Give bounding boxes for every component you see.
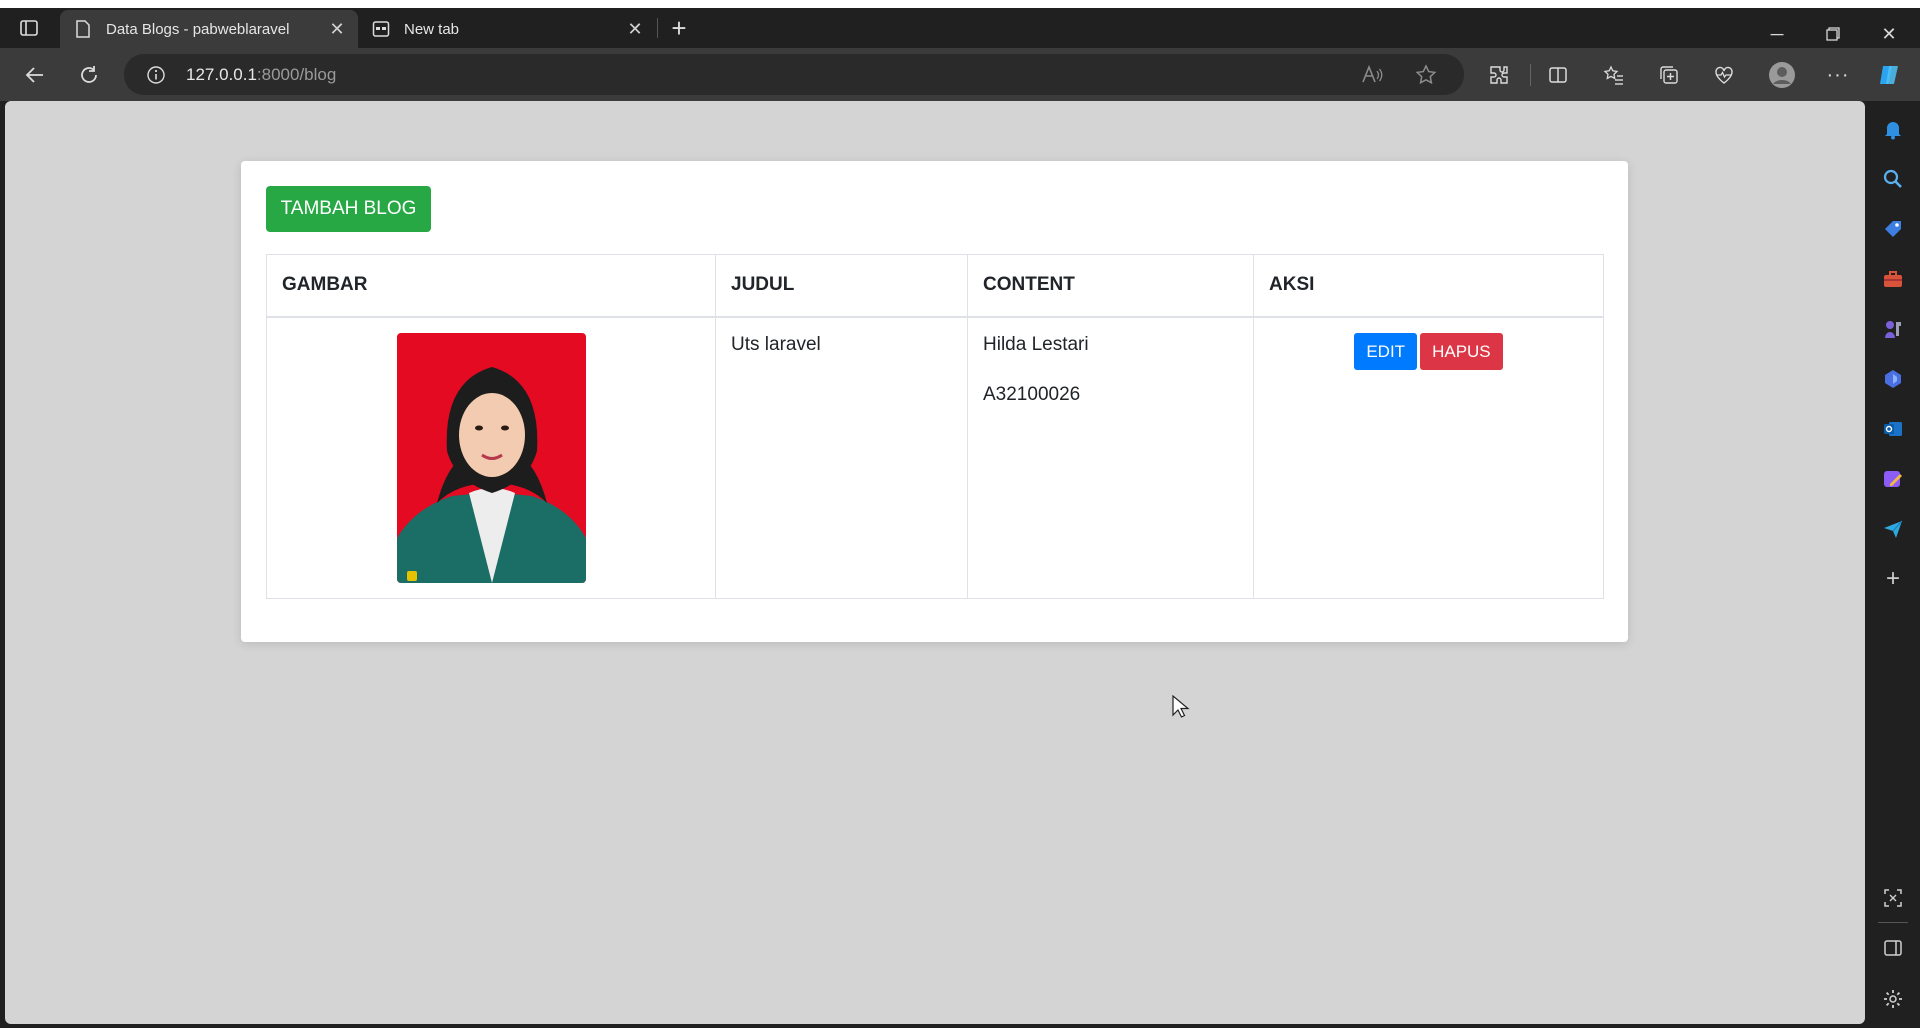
tab-actions-icon[interactable] [12, 11, 46, 45]
shopping-tag-icon[interactable] [1881, 217, 1905, 241]
url-host: 127.0.0.1 [186, 65, 257, 84]
tab-label: New tab [404, 20, 460, 38]
page-viewport: TAMBAH BLOG GAMBAR JUDUL CONTENT AKSI Ut… [5, 101, 1865, 1024]
extensions-icon[interactable] [1482, 58, 1516, 92]
search-icon[interactable] [1881, 167, 1905, 191]
header-gambar: GAMBAR [266, 254, 716, 318]
header-aksi: AKSI [1253, 254, 1604, 318]
edge-sidebar: + [1866, 101, 1920, 1028]
address-bar[interactable]: 127.0.0.1:8000/blog [124, 54, 1464, 95]
tab-bar: Data Blogs - pabweblaravel ✕ New tab ✕ +… [0, 8, 1920, 48]
header-judul: JUDUL [715, 254, 968, 318]
read-aloud-icon[interactable] [1360, 63, 1384, 87]
favorite-star-icon[interactable] [1414, 63, 1438, 87]
header-content: CONTENT [967, 254, 1254, 318]
tab-data-blogs[interactable]: Data Blogs - pabweblaravel ✕ [60, 10, 358, 48]
collections-icon[interactable] [1652, 58, 1686, 92]
minimize-icon[interactable]: ─ [1754, 16, 1800, 52]
add-blog-button[interactable]: TAMBAH BLOG [266, 186, 431, 232]
browser-essentials-icon[interactable] [1707, 58, 1741, 92]
mouse-cursor-icon [1172, 695, 1190, 718]
window-top-strip [0, 0, 1920, 8]
url-path: :8000/blog [256, 65, 337, 84]
new-tab-icon[interactable]: + [662, 11, 696, 45]
new-tab-page-icon [372, 20, 390, 38]
sidebar-divider [1878, 922, 1908, 923]
sidebar-settings-gear-icon[interactable] [1881, 987, 1905, 1011]
edit-button[interactable]: EDIT [1354, 332, 1418, 370]
site-info-icon[interactable] [146, 65, 166, 85]
tab-divider [657, 18, 658, 38]
content-line-1: Hilda Lestari [983, 333, 1089, 355]
url-text[interactable]: 127.0.0.1:8000/blog [186, 65, 336, 85]
designer-icon[interactable] [1881, 467, 1905, 491]
close-tab-icon[interactable]: ✕ [326, 18, 348, 40]
delete-button[interactable]: HAPUS [1420, 332, 1503, 370]
reload-icon[interactable] [72, 58, 106, 92]
cell-content: Hilda Lestari A32100026 [967, 316, 1254, 599]
games-icon[interactable] [1881, 317, 1905, 341]
close-tab-icon[interactable]: ✕ [624, 18, 646, 40]
copilot-icon[interactable] [1873, 58, 1907, 92]
settings-more-icon[interactable]: ··· [1821, 58, 1855, 92]
notification-bell-icon[interactable] [1881, 117, 1905, 141]
back-icon[interactable] [18, 58, 52, 92]
toolbar-divider [1530, 64, 1531, 86]
send-paper-plane-icon[interactable] [1881, 517, 1905, 541]
restore-icon[interactable] [1810, 16, 1856, 52]
tab-label: Data Blogs - pabweblaravel [106, 20, 290, 38]
microsoft-365-icon[interactable] [1881, 367, 1905, 391]
judul-text: Uts laravel [731, 333, 821, 355]
hide-sidebar-icon[interactable] [1881, 936, 1905, 960]
page-icon [74, 20, 92, 38]
content-line-2: A32100026 [983, 383, 1081, 405]
blog-table: GAMBAR JUDUL CONTENT AKSI Uts laravel Hi… [266, 254, 1604, 599]
close-window-icon[interactable]: ✕ [1866, 16, 1912, 52]
cell-aksi: EDIT HAPUS [1253, 316, 1604, 599]
add-sidebar-app-icon[interactable]: + [1881, 565, 1905, 592]
split-screen-icon[interactable] [1541, 58, 1575, 92]
outlook-icon[interactable] [1881, 417, 1905, 441]
cell-judul: Uts laravel [715, 316, 968, 599]
profile-avatar-icon[interactable] [1765, 58, 1799, 92]
screenshot-icon[interactable] [1881, 886, 1905, 910]
table-header-row: GAMBAR JUDUL CONTENT AKSI [266, 254, 1604, 318]
blog-photo [396, 332, 586, 583]
favorites-icon[interactable] [1597, 58, 1631, 92]
table-row: Uts laravel Hilda Lestari A32100026 EDIT… [266, 316, 1604, 599]
tab-new-tab[interactable]: New tab ✕ [358, 10, 656, 48]
blog-card: TAMBAH BLOG GAMBAR JUDUL CONTENT AKSI Ut… [241, 161, 1628, 642]
cell-gambar [266, 316, 716, 599]
browser-toolbar: 127.0.0.1:8000/blog ··· [0, 48, 1920, 101]
tools-toolbox-icon[interactable] [1881, 267, 1905, 291]
